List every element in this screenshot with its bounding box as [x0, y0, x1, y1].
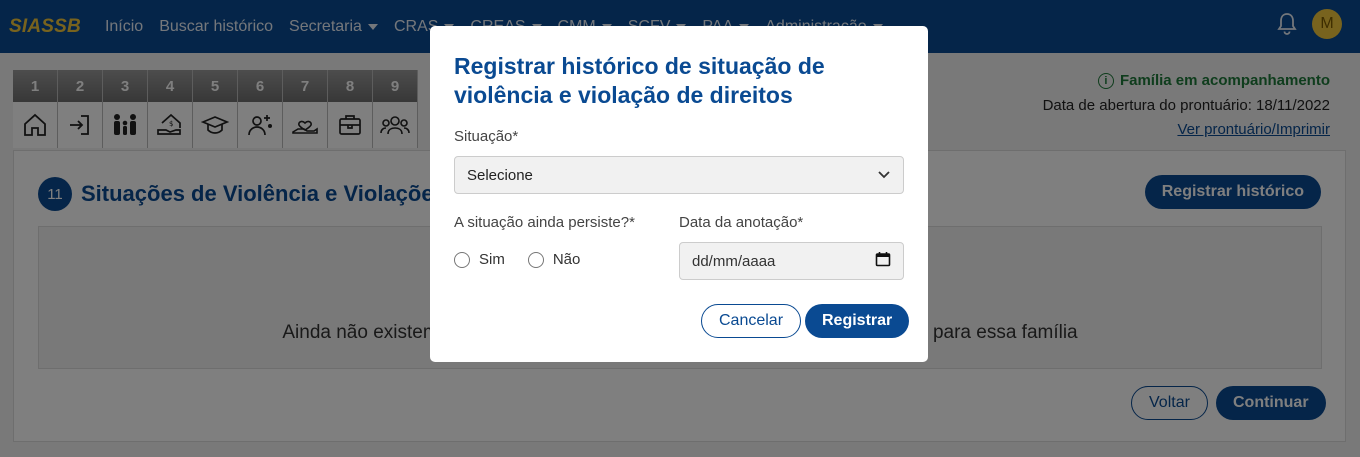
situation-label: Situação*: [454, 128, 519, 145]
chevron-down-icon: [877, 167, 891, 184]
persist-label: A situação ainda persiste?*: [454, 214, 635, 231]
date-input-placeholder: dd/mm/aaaa: [692, 252, 776, 270]
radio-no[interactable]: [527, 251, 544, 268]
register-history-modal: Registrar histórico de situação de violê…: [430, 26, 928, 362]
radio-yes[interactable]: [454, 251, 470, 268]
date-input[interactable]: dd/mm/aaaa: [679, 242, 904, 280]
situation-select[interactable]: Selecione: [454, 156, 904, 194]
radio-yes-label: Sim: [479, 251, 505, 268]
date-label: Data da anotação*: [679, 214, 804, 231]
submit-button[interactable]: Registrar: [805, 304, 910, 338]
situation-select-value: Selecione: [467, 166, 533, 184]
radio-no-label: Não: [552, 251, 581, 268]
persist-radio-group: Sim Não: [454, 251, 580, 268]
cancel-button[interactable]: Cancelar: [701, 304, 802, 338]
modal-title: Registrar histórico de situação de violê…: [454, 53, 825, 108]
calendar-icon[interactable]: [875, 251, 891, 271]
